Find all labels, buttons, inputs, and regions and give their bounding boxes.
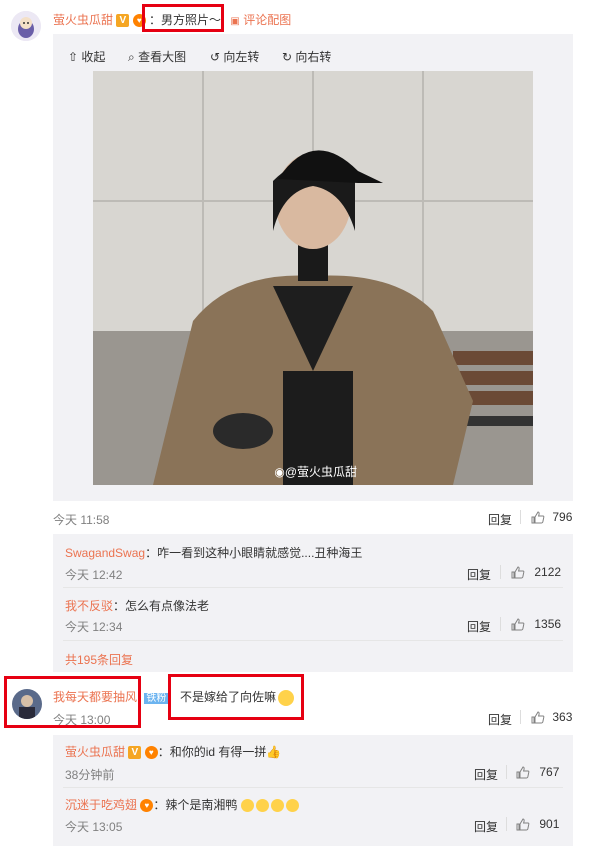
- image-icon: ▣: [230, 16, 240, 27]
- shocked-emoji-icon: [270, 799, 284, 813]
- collapse-icon: ⇧: [68, 50, 79, 64]
- thumbs-up-icon: [511, 618, 525, 631]
- thumbs-up-icon: [531, 511, 545, 524]
- divider: [63, 787, 563, 788]
- shocked-emoji-icon: [285, 799, 299, 813]
- reply-button[interactable]: 回复: [474, 818, 498, 835]
- reply-button[interactable]: 回复: [488, 511, 512, 528]
- reply-item: 我不反驳：怎么有点像法老: [65, 597, 209, 614]
- watermark: ◉@萤火虫瓜甜: [274, 465, 357, 479]
- verified-icon: V: [128, 746, 142, 760]
- reply-text: ：辣个是南湘鸭: [153, 798, 238, 812]
- rotate-right-button[interactable]: ↻ 向右转: [282, 48, 331, 65]
- reply-time: 今天 12:42: [65, 568, 123, 582]
- fan-badge: 铁粉: [144, 693, 169, 704]
- fan-badge-icon: ♥: [144, 746, 158, 760]
- divider: [506, 817, 507, 831]
- shocked-emoji-icon: [240, 799, 254, 813]
- thumbs-up-icon: [516, 818, 530, 831]
- rotate-right-icon: ↻: [282, 50, 293, 64]
- thumbs-up-icon: [511, 566, 525, 579]
- avatar[interactable]: [11, 11, 41, 41]
- divider: [520, 710, 521, 724]
- divider: [506, 765, 507, 779]
- comment-image-link[interactable]: ▣ 评论配图: [230, 13, 291, 27]
- view-large-button[interactable]: ⌕ 查看大图: [128, 48, 186, 65]
- like-button[interactable]: 796: [531, 510, 572, 524]
- reply-button[interactable]: 回复: [467, 566, 491, 583]
- rotate-left-button[interactable]: ↺ 向左转: [210, 48, 259, 65]
- username[interactable]: 我不反驳: [65, 599, 113, 613]
- like-button[interactable]: 363: [531, 710, 572, 724]
- highlight-box: [168, 674, 304, 720]
- weibo-icon: ◉: [274, 465, 285, 479]
- more-replies-link[interactable]: 共195条回复: [65, 651, 133, 668]
- reply-time: 今天 13:05: [65, 820, 123, 834]
- divider: [63, 640, 563, 641]
- reply-button[interactable]: 回复: [488, 711, 512, 728]
- like-button[interactable]: 1356: [511, 617, 561, 631]
- like-button[interactable]: 2122: [511, 565, 561, 579]
- collapse-button[interactable]: ⇧ 收起: [68, 48, 105, 65]
- like-button[interactable]: 767: [516, 765, 559, 779]
- username[interactable]: 沉迷于吃鸡翅: [65, 798, 137, 812]
- fan-badge-icon: ♥: [140, 799, 154, 813]
- comment-photo[interactable]: ◉@萤火虫瓜甜: [93, 71, 533, 485]
- reply-time: 今天 12:34: [65, 620, 123, 634]
- thumbs-up-icon: [516, 766, 530, 779]
- reply-text: ：咋一看到这种小眼睛就感觉....丑种海王: [145, 546, 363, 560]
- rotate-left-icon: ↺: [210, 50, 221, 64]
- reply-button[interactable]: 回复: [474, 766, 498, 783]
- shocked-emoji-icon: [255, 799, 269, 813]
- search-icon: ⌕: [128, 50, 135, 64]
- divider: [63, 587, 563, 588]
- reply-item: SwagandSwag：咋一看到这种小眼睛就感觉....丑种海王: [65, 544, 362, 561]
- thumbs-up-emoji-icon: 👍: [266, 745, 282, 759]
- reply-item: 萤火虫瓜甜 V ♥ ：和你的id 有得一拼👍: [65, 743, 281, 760]
- reply-item: 沉迷于吃鸡翅 ♥ ：辣个是南湘鸭: [65, 796, 299, 813]
- highlight-box: [142, 4, 224, 32]
- username[interactable]: 萤火虫瓜甜: [53, 13, 113, 27]
- divider: [520, 510, 521, 524]
- username[interactable]: 萤火虫瓜甜: [65, 745, 125, 759]
- like-button[interactable]: 901: [516, 817, 559, 831]
- verified-icon: V: [116, 14, 130, 28]
- reply-text: ：和你的id 有得一拼: [157, 745, 267, 759]
- divider: [500, 565, 501, 579]
- highlight-box: [4, 676, 141, 728]
- comment-time: 今天 11:58: [53, 513, 110, 527]
- reply-time: 38分钟前: [65, 768, 115, 782]
- reply-button[interactable]: 回复: [467, 618, 491, 635]
- thumbs-up-icon: [531, 711, 545, 724]
- reply-text: ：怎么有点像法老: [113, 599, 210, 613]
- divider: [500, 617, 501, 631]
- username[interactable]: SwagandSwag: [65, 546, 145, 560]
